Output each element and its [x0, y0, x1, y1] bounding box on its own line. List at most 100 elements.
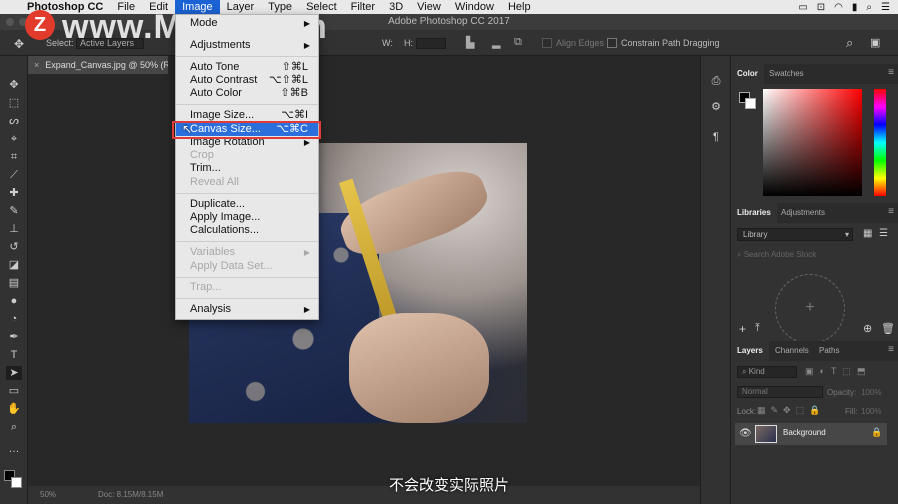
panel-menu-icon[interactable]: ≡ [888, 67, 894, 78]
menu-item-auto-color[interactable]: Auto Color ⇧⌘B [176, 87, 318, 100]
add-content-icon[interactable]: + [739, 322, 746, 336]
menu-separator [176, 298, 318, 299]
tab-color[interactable]: Color [731, 64, 764, 84]
align-left-icon[interactable]: ▙ [466, 36, 474, 49]
zoom-tool-icon[interactable]: ⌕ [6, 420, 22, 434]
list-icon[interactable]: ☰ [881, 2, 890, 13]
healing-brush-icon[interactable]: ✚ [6, 186, 22, 200]
move-tool-icon[interactable]: ✥ [14, 37, 24, 51]
lasso-tool-icon[interactable]: ᔕ [6, 114, 22, 128]
menu-3d[interactable]: 3D [382, 0, 410, 14]
control-icon[interactable]: ⊡ [817, 2, 825, 13]
align-edges-checkbox[interactable] [542, 38, 552, 48]
tab-paths[interactable]: Paths [813, 341, 845, 361]
cc-icon[interactable]: ⊕ [863, 322, 872, 335]
menu-item-label: Crop [190, 149, 214, 161]
eyedropper-tool-icon[interactable]: ⟋ [6, 168, 22, 182]
layer-name[interactable]: Background [783, 428, 826, 437]
search-icon[interactable]: ⌕ [846, 35, 853, 51]
shape-tool-icon[interactable]: ▭ [6, 384, 22, 398]
color-field[interactable] [763, 89, 862, 196]
menu-item-trim[interactable]: Trim... [176, 162, 318, 175]
history-panel-icon[interactable]: ⎙ [709, 74, 723, 88]
fill-value[interactable]: 100% [861, 407, 881, 416]
lower-hand [349, 313, 489, 423]
add-library-icon[interactable]: + [775, 274, 845, 344]
document-tab[interactable]: × Expand_Canvas.jpg @ 50% (RGB/ [28, 56, 168, 74]
apple-menu-icon[interactable] [0, 0, 20, 14]
opacity-value[interactable]: 100% [861, 388, 881, 397]
tab-channels[interactable]: Channels [769, 341, 815, 361]
upload-icon[interactable]: ⤒ [755, 322, 760, 335]
gradient-tool-icon[interactable]: ▤ [6, 276, 22, 290]
layer-filter-icons[interactable]: ▣◐T⬚⬒ [805, 366, 871, 377]
crop-tool-icon[interactable]: ⌗ [6, 150, 22, 164]
menu-separator [176, 277, 318, 278]
type-tool-icon[interactable]: T [6, 348, 22, 362]
stock-search-input[interactable]: ⌕ Search Adobe Stock [737, 249, 895, 261]
layer-filter-kind[interactable]: ⌕ Kind [737, 366, 797, 378]
warp-icon[interactable]: ⧉ [514, 36, 522, 49]
clone-stamp-icon[interactable]: ⊥ [6, 222, 22, 236]
properties-panel-icon[interactable]: ⚙ [709, 100, 723, 114]
tab-swatches[interactable]: Swatches [763, 64, 810, 84]
menu-item-auto-contrast[interactable]: Auto Contrast ⌥⇧⌘L [176, 74, 318, 87]
close-tab-icon[interactable]: × [34, 60, 39, 70]
menu-item-apply-image[interactable]: Apply Image... [176, 211, 318, 224]
menu-shortcut: ⇧⌘L [281, 61, 308, 73]
menu-item-auto-tone[interactable]: Auto Tone ⇧⌘L [176, 61, 318, 74]
blur-tool-icon[interactable]: ● [6, 294, 22, 308]
menu-item-adjustments[interactable]: Adjustments ▶ [176, 39, 318, 52]
hand-tool-icon[interactable]: ✋ [6, 402, 22, 416]
align-bottom-icon[interactable]: ▂ [492, 36, 500, 49]
paragraph-panel-icon[interactable]: ¶ [709, 130, 723, 144]
library-select[interactable]: Library ▾ [737, 228, 853, 241]
menu-window[interactable]: Window [448, 0, 501, 14]
list-view-icon[interactable]: ☰ [879, 228, 888, 239]
menu-item-analysis[interactable]: Analysis ▶ [176, 303, 318, 316]
trash-icon[interactable]: 🗑 [881, 322, 895, 335]
eraser-tool-icon[interactable]: ◪ [6, 258, 22, 272]
menu-view[interactable]: View [410, 0, 448, 14]
search-icon[interactable]: ⌕ [866, 2, 872, 13]
move-tool-icon[interactable]: ✥ [6, 78, 22, 92]
panel-menu-icon[interactable]: ≡ [888, 206, 894, 217]
lock-icons[interactable]: ▦✎✥⬚🔒 [757, 405, 825, 416]
brush-tool-icon[interactable]: ✎ [6, 204, 22, 218]
display-icon[interactable]: ▭ [798, 2, 807, 13]
tab-libraries[interactable]: Libraries [731, 203, 777, 223]
layer-row-background[interactable]: 👁 Background 🔒 [735, 423, 887, 445]
bg-color-chip[interactable] [745, 98, 756, 109]
pen-tool-icon[interactable]: ✒ [6, 330, 22, 344]
visibility-eye-icon[interactable]: 👁 [739, 428, 752, 439]
tab-adjustments[interactable]: Adjustments [775, 203, 831, 223]
close-window-icon[interactable] [6, 18, 14, 26]
marquee-tool-icon[interactable]: ⬚ [6, 96, 22, 110]
tab-layers[interactable]: Layers [731, 341, 769, 361]
wifi-icon[interactable]: ◠ [834, 2, 843, 13]
menu-help[interactable]: Help [501, 0, 538, 14]
constrain-path-checkbox[interactable] [607, 38, 617, 48]
constrain-path-label: Constrain Path Dragging [621, 38, 720, 48]
chevron-down-icon: ▾ [844, 230, 849, 239]
height-field[interactable] [416, 38, 446, 49]
history-brush-icon[interactable]: ↺ [6, 240, 22, 254]
dodge-tool-icon[interactable]: ◔ [6, 312, 22, 326]
quick-select-tool-icon[interactable]: ⌖ [6, 132, 22, 146]
menu-item-label: Duplicate... [190, 198, 246, 210]
menu-filter[interactable]: Filter [344, 0, 382, 14]
menu-item-mode[interactable]: Mode ▶ [176, 17, 318, 30]
blend-mode-select[interactable]: Normal [737, 386, 823, 398]
hue-slider[interactable] [874, 89, 886, 196]
more-tools-icon[interactable]: … [6, 442, 22, 456]
height-label: H: [404, 38, 413, 48]
grid-view-icon[interactable]: ▦ [863, 228, 872, 239]
menu-item-duplicate[interactable]: Duplicate... [176, 198, 318, 211]
menu-item-label: Analysis [190, 303, 231, 315]
menu-item-calculations[interactable]: Calculations... [176, 224, 318, 237]
workspace-icon[interactable]: ▣ [870, 36, 880, 49]
path-select-tool-icon[interactable]: ➤ [6, 366, 22, 380]
menu-item-label: Apply Image... [190, 211, 261, 223]
panel-menu-icon[interactable]: ≡ [888, 344, 894, 355]
battery-icon[interactable]: ▮ [852, 2, 858, 13]
